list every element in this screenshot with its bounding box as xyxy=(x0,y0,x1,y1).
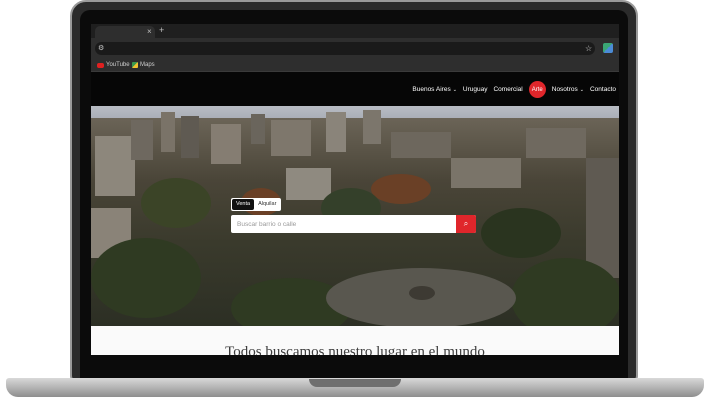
nav-item-buenos-aires[interactable]: Buenos Aires ⌄ xyxy=(412,82,457,98)
nav-item-nosotros[interactable]: Nosotros ⌄ xyxy=(552,82,584,98)
property-search: Venta Alquilar ⌕ xyxy=(231,198,476,236)
laptop-notch xyxy=(309,379,401,387)
extension-icon[interactable] xyxy=(603,43,613,53)
nav-label: Comercial xyxy=(493,85,523,93)
chevron-down-icon: ⌄ xyxy=(452,86,457,93)
nav-item-uruguay[interactable]: Uruguay xyxy=(463,82,488,98)
nav-label: Contacto xyxy=(589,85,616,93)
search-bar: ⌕ xyxy=(231,215,476,233)
main-nav: Buenos Aires ⌄ Uruguay Comercial Arte No… xyxy=(412,81,616,98)
operation-toggle: Venta Alquilar xyxy=(231,198,282,211)
site-header: Buenos Aires ⌄ Uruguay Comercial Arte No… xyxy=(91,72,619,106)
laptop-mockup: × + ⚙ ☆ YouTube Maps Buenos Aires ⌄ Urug… xyxy=(0,0,710,400)
page-headline: Todos buscamos nuestro lugar en el mundo xyxy=(225,344,485,355)
monument xyxy=(409,286,435,300)
tab-venta[interactable]: Venta xyxy=(232,199,255,210)
nav-label: Nosotros xyxy=(551,85,578,93)
tab-alquilar[interactable]: Alquilar xyxy=(254,199,280,210)
tab-strip: × + xyxy=(91,24,619,38)
chevron-down-icon: ⌄ xyxy=(579,86,584,93)
site-settings-icon[interactable]: ⚙ xyxy=(98,43,104,54)
browser-tab[interactable]: × xyxy=(95,26,155,38)
nav-item-contacto[interactable]: Contacto xyxy=(590,82,616,98)
bookmark-star-icon[interactable]: ☆ xyxy=(585,42,592,55)
nav-label: Buenos Aires xyxy=(412,85,451,93)
search-input[interactable] xyxy=(237,215,447,233)
bookmarks-bar: YouTube Maps xyxy=(91,58,619,72)
browser-window: × + ⚙ ☆ YouTube Maps Buenos Aires ⌄ Urug… xyxy=(91,24,619,355)
nav-item-arte[interactable]: Arte xyxy=(528,81,546,98)
maps-icon xyxy=(132,62,138,68)
address-bar[interactable]: ⚙ ☆ xyxy=(95,42,595,55)
bookmark-label: YouTube xyxy=(106,62,130,68)
nav-label: Uruguay xyxy=(462,85,488,93)
search-icon: ⌕ xyxy=(463,219,469,228)
new-tab-icon[interactable]: + xyxy=(159,25,164,36)
youtube-icon xyxy=(97,62,104,68)
browser-toolbar: ⚙ ☆ xyxy=(91,38,619,58)
intro-section: Todos buscamos nuestro lugar en el mundo xyxy=(91,326,619,355)
nav-item-comercial[interactable]: Comercial xyxy=(493,82,522,98)
bookmark-youtube[interactable]: YouTube xyxy=(97,60,130,70)
bookmark-label: Maps xyxy=(140,62,155,68)
bookmark-maps[interactable]: Maps xyxy=(132,60,155,70)
close-tab-icon[interactable]: × xyxy=(147,27,152,37)
hero-image: Venta Alquilar ⌕ xyxy=(91,106,619,326)
search-button[interactable]: ⌕ xyxy=(456,215,476,233)
